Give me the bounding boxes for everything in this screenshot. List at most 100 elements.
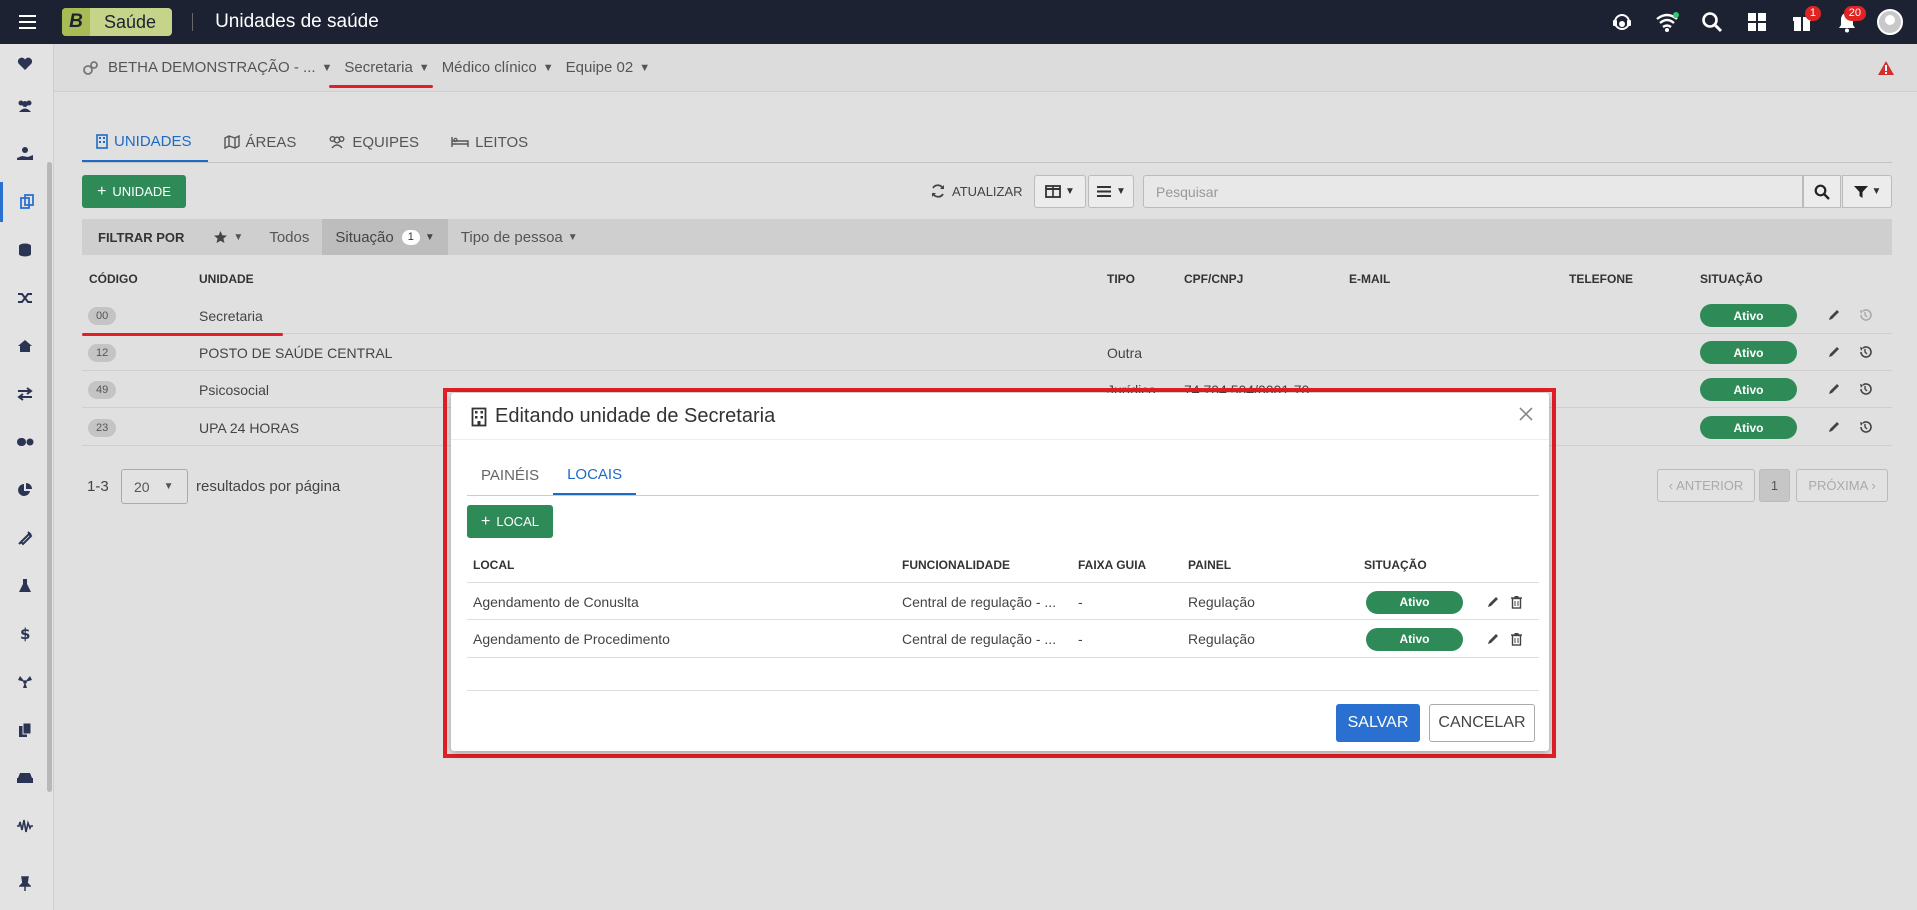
- app-brand[interactable]: B Saúde: [62, 8, 173, 36]
- tab-unidades[interactable]: UNIDADES: [82, 122, 208, 162]
- history-icon[interactable]: [1858, 382, 1872, 396]
- history-icon[interactable]: [1858, 420, 1872, 434]
- next-page-label: PRÓXIMA: [1808, 478, 1869, 493]
- hand-user-icon[interactable]: [0, 134, 50, 174]
- search-icon[interactable]: [1689, 0, 1734, 44]
- pin-icon[interactable]: [0, 864, 50, 904]
- edit-icon[interactable]: [1486, 595, 1500, 609]
- filter-all[interactable]: Todos: [256, 219, 322, 255]
- column-header-code[interactable]: CÓDIGO: [89, 272, 138, 286]
- local-functionality: Central de regulação - ...: [902, 594, 1057, 610]
- history-icon[interactable]: [1858, 308, 1872, 322]
- table-row[interactable]: 00 Secretaria Ativo: [82, 297, 1892, 334]
- tab-label: EQUIPES: [352, 133, 420, 151]
- radiation-icon[interactable]: [0, 662, 50, 702]
- table-row[interactable]: 12 POSTO DE SAÚDE CENTRAL Outra Ativo: [82, 334, 1892, 371]
- page-title: Unidades de saúde: [215, 11, 379, 32]
- favorites-filter[interactable]: ▼: [200, 219, 256, 255]
- files-icon[interactable]: [0, 710, 50, 750]
- edit-icon[interactable]: [1827, 345, 1841, 359]
- pie-chart-icon[interactable]: [0, 470, 50, 510]
- unit-name: Psicosocial: [199, 381, 270, 398]
- users-icon[interactable]: [0, 86, 50, 126]
- tab-locais[interactable]: LOCAIS: [553, 455, 637, 495]
- avatar[interactable]: [1877, 9, 1903, 35]
- trash-icon[interactable]: [1510, 632, 1523, 646]
- bell-badge: 20: [1843, 6, 1866, 21]
- column-header-doc[interactable]: CPF/CNPJ: [1184, 272, 1243, 286]
- filter-label: FILTRAR POR: [98, 229, 185, 245]
- context-profile-label: Médico clínico: [441, 59, 537, 76]
- support-icon[interactable]: [1599, 0, 1644, 44]
- modal-header: Editando unidade de Secretaria: [471, 405, 775, 428]
- page-size-select[interactable]: 20 ▼: [121, 469, 188, 504]
- gift-icon[interactable]: 1: [1779, 0, 1824, 44]
- filter-situation[interactable]: Situação 1 ▼: [322, 219, 448, 255]
- home-icon[interactable]: [0, 326, 50, 366]
- history-icon[interactable]: [1858, 345, 1872, 359]
- building-icon: [96, 133, 108, 149]
- sidebar-scrollbar[interactable]: [47, 162, 52, 792]
- waveform-icon[interactable]: [0, 806, 50, 846]
- column-header-unit[interactable]: UNIDADE: [199, 272, 254, 286]
- context-org[interactable]: BETHA DEMONSTRAÇÃO - ... ▼: [82, 44, 332, 92]
- column-header-status[interactable]: SITUAÇÃO: [1700, 272, 1763, 286]
- filter-button[interactable]: ▼: [1842, 175, 1892, 208]
- car-icon[interactable]: [0, 758, 50, 798]
- add-local-button[interactable]: + LOCAL: [467, 505, 553, 538]
- prev-page-button[interactable]: ‹ ANTERIOR: [1657, 469, 1755, 502]
- table-row[interactable]: Agendamento de Conuslta Central de regul…: [467, 582, 1539, 620]
- table-row[interactable]: Agendamento de Procedimento Central de r…: [467, 620, 1539, 658]
- tab-equipes[interactable]: EQUIPES: [312, 122, 435, 162]
- close-icon[interactable]: [1517, 405, 1535, 423]
- tab-paineis[interactable]: PAINÉIS: [467, 455, 553, 495]
- chevron-down-icon: ▼: [567, 231, 578, 243]
- dollar-icon[interactable]: $: [0, 614, 50, 654]
- columns-button[interactable]: ▼: [1034, 175, 1086, 208]
- filter-person-type[interactable]: Tipo de pessoa ▼: [448, 219, 591, 255]
- list-options-button[interactable]: ▼: [1088, 175, 1134, 208]
- next-page-button[interactable]: PRÓXIMA ›: [1796, 469, 1888, 502]
- status-badge: Ativo: [1700, 378, 1797, 401]
- page-number-button[interactable]: 1: [1759, 469, 1790, 502]
- database-icon[interactable]: [0, 230, 50, 270]
- edit-icon[interactable]: [1827, 382, 1841, 396]
- edit-icon[interactable]: [1827, 420, 1841, 434]
- tab-areas[interactable]: ÁREAS: [208, 122, 313, 162]
- wifi-icon[interactable]: [1644, 0, 1689, 44]
- modal-tabs: PAINÉIS LOCAIS: [467, 455, 1539, 496]
- save-button[interactable]: SALVAR: [1336, 704, 1420, 742]
- flask-icon[interactable]: [0, 566, 50, 606]
- search-button[interactable]: [1803, 175, 1841, 208]
- grid-icon[interactable]: [1734, 0, 1779, 44]
- edit-icon[interactable]: [1827, 308, 1841, 322]
- divider: [467, 690, 1539, 691]
- search-input[interactable]: Pesquisar: [1143, 175, 1803, 208]
- random-icon[interactable]: [0, 278, 50, 318]
- syringe-icon[interactable]: [0, 518, 50, 558]
- context-team[interactable]: Equipe 02 ▼: [566, 44, 650, 92]
- add-unit-button[interactable]: + UNIDADE: [82, 175, 186, 208]
- trash-icon[interactable]: [1510, 595, 1523, 609]
- refresh-button[interactable]: ATUALIZAR: [930, 176, 1023, 206]
- bell-icon[interactable]: 20: [1824, 0, 1869, 44]
- cancel-button[interactable]: CANCELAR: [1429, 704, 1535, 742]
- svg-text:$: $: [20, 626, 30, 642]
- column-header-type[interactable]: TIPO: [1107, 272, 1135, 286]
- copy-icon[interactable]: [0, 182, 50, 222]
- tab-leitos[interactable]: LEITOS: [435, 122, 544, 162]
- heartbeat-icon[interactable]: [0, 44, 50, 84]
- unit-name: Secretaria: [199, 307, 263, 324]
- plus-icon: +: [97, 182, 107, 200]
- exchange-icon[interactable]: [0, 374, 50, 414]
- filter-count-badge: 1: [401, 229, 420, 245]
- warning-icon[interactable]: [1877, 60, 1895, 80]
- filter-all-label: Todos: [269, 228, 310, 246]
- edit-icon[interactable]: [1486, 632, 1500, 646]
- context-profile[interactable]: Médico clínico ▼: [442, 44, 554, 92]
- chevron-down-icon: ▼: [418, 61, 430, 74]
- column-header-phone[interactable]: TELEFONE: [1569, 272, 1633, 286]
- pills-icon[interactable]: [0, 422, 50, 462]
- column-header-email[interactable]: E-MAIL: [1349, 272, 1390, 286]
- menu-icon[interactable]: [0, 0, 54, 44]
